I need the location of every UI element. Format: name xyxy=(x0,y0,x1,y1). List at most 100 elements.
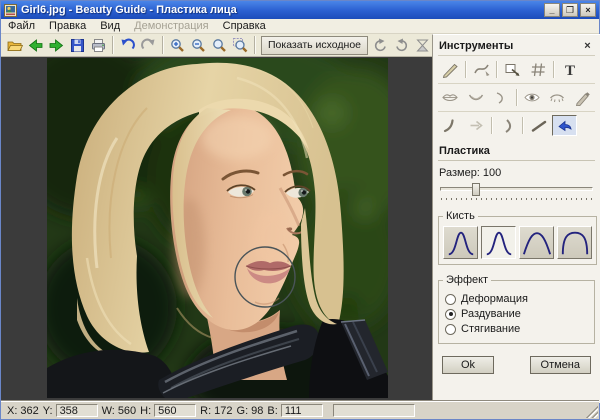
menu-file[interactable]: Файл xyxy=(1,19,42,33)
tool-arrow xyxy=(464,115,489,136)
svg-text:T: T xyxy=(565,63,575,78)
tool-flick[interactable] xyxy=(438,115,463,136)
brush-group: Кисть xyxy=(438,210,597,265)
tool-transform[interactable] xyxy=(500,59,525,80)
zoom-in-button[interactable] xyxy=(167,35,188,56)
panel-close-icon[interactable]: × xyxy=(581,40,594,52)
tool-makeup-pen[interactable] xyxy=(571,87,596,108)
tool-eye[interactable] xyxy=(520,87,545,108)
tools-panel: Инструменты × xyxy=(432,34,600,403)
cancel-button[interactable]: Отмена xyxy=(530,356,591,374)
ok-button[interactable]: Ok xyxy=(442,356,494,374)
brush-narrow-1[interactable] xyxy=(443,226,478,259)
status-y: Y: 358 xyxy=(43,404,98,417)
tool-smile[interactable] xyxy=(464,87,489,108)
status-label: R: xyxy=(200,405,211,417)
maximize-button[interactable]: ❐ xyxy=(562,3,578,17)
window-controls: _ ❐ × xyxy=(544,3,596,17)
menu-edit[interactable]: Правка xyxy=(42,19,93,33)
flick-curve-icon xyxy=(441,117,461,134)
photo-girl-portrait[interactable] xyxy=(47,58,388,398)
prev-image-button[interactable] xyxy=(25,35,46,56)
tool-line[interactable] xyxy=(526,115,551,136)
status-label: B: xyxy=(267,405,277,417)
minimize-button[interactable]: _ xyxy=(544,3,560,17)
brush-options xyxy=(443,226,592,259)
brush-curve-dome-icon xyxy=(560,229,590,257)
brush-wide[interactable] xyxy=(519,226,554,259)
brush-narrow-2-selected[interactable] xyxy=(481,226,516,259)
menu-help[interactable]: Справка xyxy=(216,19,273,33)
close-button[interactable]: × xyxy=(580,3,596,17)
next-image-button[interactable] xyxy=(46,35,67,56)
panel-buttons: Ok Отмена xyxy=(442,356,591,374)
status-value-box: 111 xyxy=(281,404,323,417)
rotate-cw-button xyxy=(370,35,391,56)
makeup-pen-icon xyxy=(573,89,593,106)
open-file-button[interactable] xyxy=(4,35,25,56)
zoom-in-icon xyxy=(169,37,186,54)
tool-chin[interactable] xyxy=(489,87,514,108)
tool-smudge[interactable] xyxy=(469,59,494,80)
status-empty-panel xyxy=(333,404,415,417)
radio-circle[interactable] xyxy=(445,324,456,335)
size-slider[interactable] xyxy=(440,183,593,201)
tool-lips[interactable] xyxy=(438,87,463,108)
tools-panel-title: Инструменты xyxy=(439,40,581,52)
slider-thumb[interactable] xyxy=(472,183,480,196)
status-x: X: 362 xyxy=(7,405,39,417)
print-button[interactable] xyxy=(88,35,109,56)
slider-ticks xyxy=(441,198,592,200)
undo-button[interactable] xyxy=(117,35,138,56)
status-w: W: 560 xyxy=(102,405,137,417)
zoom-actual-button[interactable] xyxy=(209,35,230,56)
transform-icon xyxy=(503,61,523,78)
app-icon xyxy=(4,4,17,17)
status-value: 172 xyxy=(214,405,232,417)
brush-dome[interactable] xyxy=(557,226,592,259)
toolbar-separator xyxy=(112,36,114,54)
status-h: H: 560 xyxy=(140,404,196,417)
back-arrow-icon xyxy=(27,37,44,54)
effect-group: Эффект Деформация Раздувание Стягивание xyxy=(438,274,595,344)
slant-line-icon xyxy=(529,117,549,134)
tool-eyelash[interactable] xyxy=(545,87,570,108)
status-label: H: xyxy=(140,405,151,417)
effect-group-label: Эффект xyxy=(443,274,491,286)
rotate-cw-icon xyxy=(372,37,389,54)
status-value-box: 560 xyxy=(154,404,196,417)
resize-grip[interactable] xyxy=(586,406,598,418)
tool-pencil[interactable] xyxy=(438,59,463,80)
tool-liquify[interactable] xyxy=(552,115,577,136)
save-icon xyxy=(69,37,86,54)
status-label: X: xyxy=(7,405,17,417)
toolbar-separator xyxy=(162,36,164,54)
status-label: Y: xyxy=(43,405,53,417)
tool-text[interactable]: T xyxy=(557,59,582,80)
zoom-out-button[interactable] xyxy=(188,35,209,56)
radio-label: Деформация xyxy=(461,293,528,305)
undo-icon xyxy=(119,37,136,54)
forward-arrow-icon xyxy=(48,37,65,54)
radio-circle-checked[interactable] xyxy=(445,309,456,320)
show-original-button[interactable]: Показать исходное xyxy=(261,36,368,55)
save-button[interactable] xyxy=(67,35,88,56)
radio-label: Раздувание xyxy=(461,308,521,320)
status-label: G: xyxy=(237,405,249,417)
radio-pinch[interactable]: Стягивание xyxy=(445,323,588,335)
smudge-icon xyxy=(472,61,492,78)
slider-groove[interactable] xyxy=(440,187,593,191)
menu-demonstration: Демонстрация xyxy=(127,19,216,33)
radio-inflate[interactable]: Раздувание xyxy=(445,308,588,320)
toolbar-separator xyxy=(254,36,256,54)
radio-circle[interactable] xyxy=(445,294,456,305)
tool-hook[interactable] xyxy=(495,115,520,136)
tool-grid[interactable] xyxy=(526,59,551,80)
zoom-fit-button[interactable] xyxy=(230,35,251,56)
tool-separator xyxy=(516,89,518,106)
radio-deformation[interactable]: Деформация xyxy=(445,293,588,305)
menu-view[interactable]: Вид xyxy=(93,19,127,33)
image-canvas[interactable] xyxy=(1,57,432,403)
open-folder-icon xyxy=(6,37,23,54)
tool-separator xyxy=(553,61,555,78)
